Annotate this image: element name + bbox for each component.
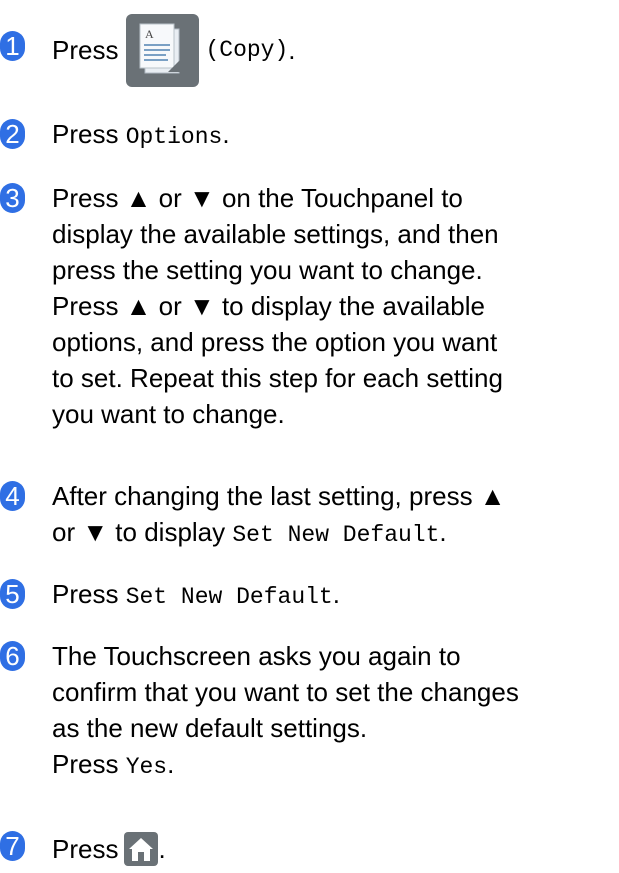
press-text: Press: [52, 749, 119, 779]
set-new-default-option: Set New Default: [232, 522, 440, 548]
options-option: Options: [125, 124, 223, 150]
copy-label: (Copy): [205, 37, 289, 64]
step-number-badge: 7: [0, 831, 25, 861]
step-3: 3 Press ▲ or ▼ on the Touchpanel to disp…: [0, 180, 619, 432]
press-text: Press: [52, 834, 119, 865]
copy-button[interactable]: A: [126, 13, 200, 87]
step-number-badge: 1: [0, 31, 25, 61]
step-text: The Touchscreen asks you again to confir…: [52, 641, 519, 780]
yes-option: Yes: [125, 754, 168, 780]
svg-text:A: A: [145, 27, 154, 41]
step-number-badge: 6: [0, 641, 25, 671]
step-text: Press ▲ or ▼ on the Touchpanel to displa…: [52, 183, 503, 429]
home-icon: [129, 838, 154, 862]
copy-icon: A: [139, 23, 181, 74]
step-6: 6 The Touchscreen asks you again to conf…: [0, 638, 619, 782]
step-text: After changing the last setting, press ▲…: [52, 481, 506, 548]
step-number-badge: 5: [0, 579, 25, 609]
step-number-badge: 3: [0, 183, 25, 213]
home-button[interactable]: [124, 832, 159, 867]
step-number-badge: 4: [0, 481, 25, 511]
step-5: 5 Press Set New Default.: [0, 576, 619, 612]
press-text: Press: [52, 35, 119, 66]
press-text: Press: [52, 119, 119, 149]
step-text: Press Set New Default.: [52, 579, 340, 610]
set-new-default-option: Set New Default: [125, 584, 333, 610]
step-text: Press A (Copy).: [52, 8, 617, 90]
step-2: 2 Press Options.: [0, 116, 619, 152]
step-4: 4 After changing the last setting, press…: [0, 478, 619, 550]
step-number-badge: 2: [0, 119, 25, 149]
step-text: Press .: [52, 827, 617, 869]
step-7: 7 Press .: [0, 827, 619, 867]
step-1: 1 Press A (Copy).: [0, 8, 619, 88]
press-text: Press: [52, 579, 119, 609]
step-text: Press Options.: [52, 119, 230, 150]
